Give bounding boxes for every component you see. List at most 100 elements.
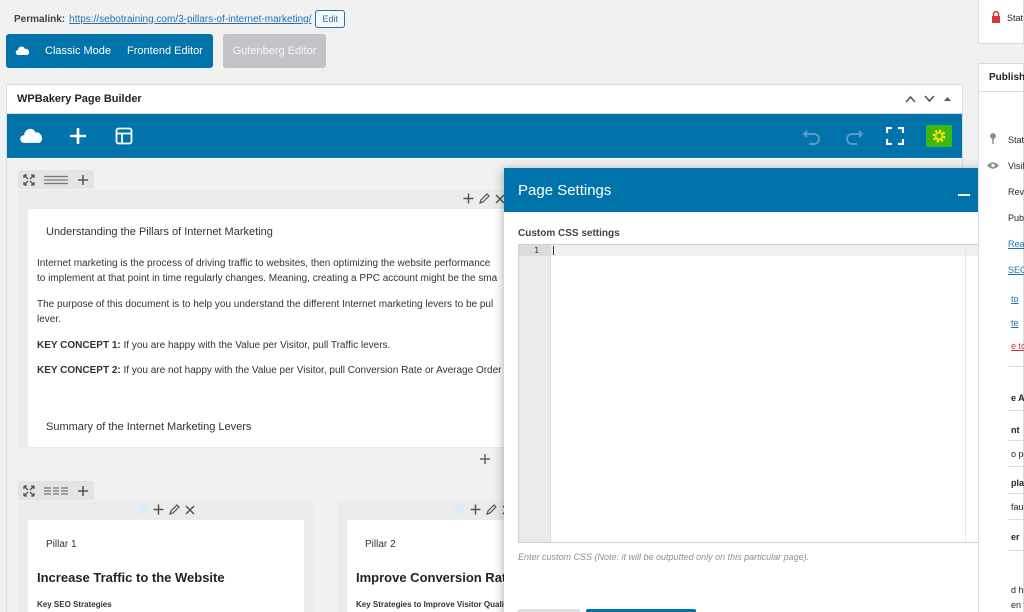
sidebar-divider [1008, 519, 1024, 520]
heading-understanding: Understanding the Pillars of Internet Ma… [46, 226, 273, 238]
sidebar-status-box: Stat [978, 0, 1024, 44]
sidebar-page-attrs: e A [1011, 393, 1024, 403]
sidebar-status-top: Stat [1007, 13, 1024, 23]
sidebar-attr-row: nt [1011, 425, 1020, 435]
paragraph-line: The purpose of this document is to help … [37, 299, 494, 310]
pillar-subtitle: Key Strategies to Improve Visitor Quali [356, 600, 504, 609]
page-settings-button[interactable] [926, 125, 952, 147]
add-element-icon[interactable] [65, 123, 91, 149]
templates-icon[interactable] [111, 123, 137, 149]
permalink-label: Permalink: [14, 13, 66, 25]
edit-pencil-icon[interactable] [486, 504, 497, 515]
pillar-label: Pillar 1 [46, 539, 77, 550]
pin-icon [990, 133, 996, 144]
sidebar-link[interactable]: SEO [1008, 265, 1024, 275]
pillar-card[interactable]: Pillar 1 Increase Traffic to the Website… [28, 520, 304, 612]
logo-cloud-icon[interactable] [19, 123, 45, 149]
row-move-icon[interactable] [18, 481, 40, 500]
row-controls [18, 481, 94, 500]
column-status-dot [454, 504, 465, 515]
editor-gutter [519, 245, 551, 542]
key-concept-label: KEY CONCEPT 1: [37, 340, 121, 351]
sidebar-divider [1008, 466, 1024, 467]
sidebar-link[interactable]: te [1011, 318, 1019, 328]
delete-x-icon[interactable] [185, 504, 195, 515]
text-cursor [553, 246, 554, 255]
permalink-edit-button[interactable]: Edit [315, 10, 345, 28]
sidebar-divider [1008, 550, 1024, 551]
eye-icon [987, 162, 999, 169]
pillar-subtitle: Key SEO Strategies [37, 600, 112, 609]
modal-title: Page Settings [518, 181, 612, 199]
sidebar-publish-title: Publish [989, 72, 1024, 83]
edit-pencil-icon[interactable] [479, 193, 490, 204]
print-margin [965, 245, 966, 542]
sidebar-item: Visil [1008, 161, 1024, 171]
text-block-element[interactable]: Understanding the Pillars of Internet Ma… [28, 209, 511, 447]
key-concept-2: KEY CONCEPT 2: If you are not happy with… [37, 364, 511, 378]
sidebar-help-text: en t [1011, 600, 1024, 610]
sidebar-divider [1008, 410, 1024, 411]
row-layout-icon[interactable] [40, 481, 72, 500]
sidebar-attr-row: plat [1011, 478, 1024, 488]
sidebar-divider [1008, 440, 1024, 441]
permalink-bar: Permalink: https://sebotraining.com/3-pi… [14, 10, 345, 28]
gutenberg-editor-button[interactable]: Gutenberg Editor [223, 34, 326, 68]
classic-mode-button[interactable]: Classic Mode [37, 45, 119, 57]
add-icon[interactable] [153, 504, 164, 515]
row-add-icon[interactable] [72, 170, 94, 189]
sidebar-divider [1008, 366, 1024, 367]
pillar-title: Increase Traffic to the Website [37, 570, 225, 585]
add-icon[interactable] [470, 504, 481, 515]
modal-header: Page Settings [504, 168, 1010, 212]
column-status-dot [137, 504, 148, 515]
custom-css-label: Custom CSS settings [518, 228, 620, 239]
lock-icon [992, 11, 1000, 23]
row-controls [18, 170, 94, 189]
wpbakery-toolbar [7, 114, 962, 158]
sidebar-help-text: d he [1011, 585, 1024, 595]
gear-icon [932, 129, 946, 143]
logo-cloud-icon [15, 45, 37, 57]
sidebar-link[interactable]: to [1011, 294, 1019, 304]
sidebar-attr-row: fau [1011, 502, 1024, 512]
key-concept-label: KEY CONCEPT 2: [37, 365, 121, 376]
chevron-up-icon[interactable] [905, 95, 916, 103]
paragraph-line: Internet marketing is the process of dri… [37, 258, 491, 269]
redo-icon[interactable] [844, 127, 864, 145]
sidebar-item: Pub [1008, 213, 1024, 223]
sidebar-trash-link[interactable]: e to [1011, 341, 1024, 351]
sidebar-publish-box: Publish [978, 63, 1024, 612]
row-add-icon[interactable] [72, 481, 94, 500]
editor-mode-bar: Classic Mode Frontend Editor [6, 34, 213, 68]
right-sidebar: Stat Publish Stat Visil Revi Pub Rea SEO… [978, 0, 1024, 612]
row-move-icon[interactable] [18, 170, 40, 189]
sidebar-item: Revi [1008, 187, 1024, 197]
sidebar-link[interactable]: Rea [1008, 239, 1024, 249]
edit-pencil-icon[interactable] [169, 504, 180, 515]
minimize-icon[interactable] [957, 183, 971, 197]
sidebar-item: Stat [1008, 135, 1024, 145]
custom-css-editor[interactable]: 1 [518, 244, 997, 543]
row-layout-icon[interactable] [40, 170, 72, 189]
key-concept-text: If you are not happy with the Value per … [120, 365, 511, 376]
custom-css-help: Enter custom CSS (Note: it will be outpu… [518, 552, 810, 562]
fullscreen-icon[interactable] [886, 127, 904, 145]
column-controls [137, 504, 195, 515]
add-icon[interactable] [463, 193, 474, 204]
permalink-url[interactable]: https://sebotraining.com/3-pillars-of-in… [69, 14, 311, 25]
add-element-bottom-icon[interactable] [479, 453, 491, 465]
undo-icon[interactable] [802, 127, 822, 145]
key-concept-1: KEY CONCEPT 1: If you are happy with the… [37, 339, 390, 353]
sidebar-divider [1008, 493, 1024, 494]
paragraph-line: to implement at that point in time regul… [37, 273, 498, 284]
active-line [551, 245, 996, 256]
chevron-down-icon[interactable] [924, 95, 935, 103]
sidebar-attr-row: o pa [1011, 449, 1024, 459]
pillar-card[interactable]: Pillar 2 Improve Conversion Rate Key Str… [347, 520, 517, 612]
column-controls [463, 193, 505, 204]
frontend-editor-button[interactable]: Frontend Editor [119, 45, 213, 57]
pillar-label: Pillar 2 [365, 539, 396, 550]
triangle-up-icon[interactable] [943, 95, 952, 103]
paragraph-line: lever. [37, 314, 61, 325]
